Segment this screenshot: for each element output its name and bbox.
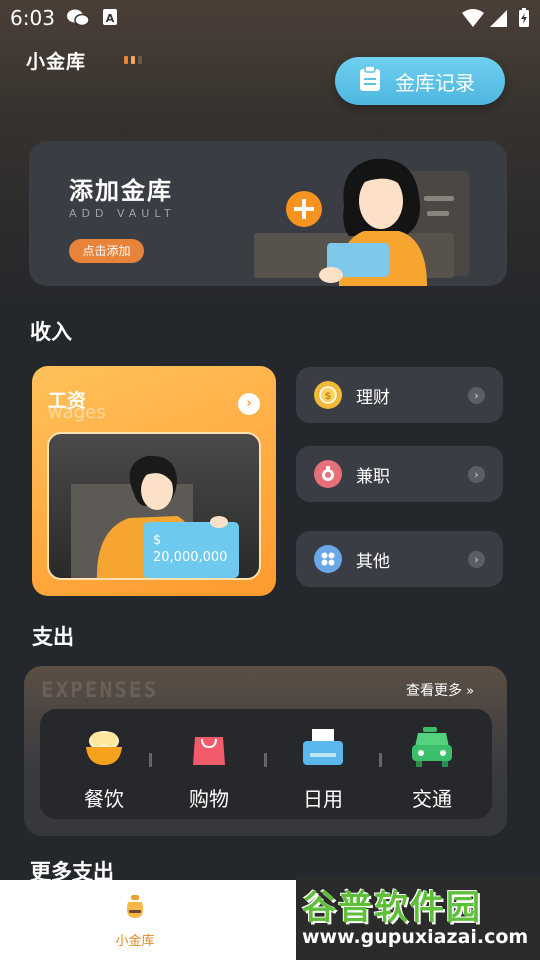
double-chevron-icon: » [462, 684, 475, 699]
income-section-title: 收入 [30, 320, 72, 344]
income-item-finance[interactable]: $ 理财 › [296, 367, 503, 423]
income-item-label: 其他 [356, 551, 390, 572]
expense-item-label: 交通 [412, 787, 452, 811]
wifi-icon [462, 8, 484, 32]
expense-item-shopping[interactable]: 购物 [164, 709, 254, 819]
grid-icon [314, 545, 342, 573]
title-decoration [124, 56, 142, 64]
svg-text:A: A [106, 12, 115, 25]
app-title: 小金库 [26, 51, 87, 73]
watermark-url: www.gupuxiazai.com [302, 926, 529, 948]
expense-item-label: 购物 [189, 787, 229, 811]
chevron-right-icon: › [468, 466, 485, 483]
car-icon [410, 727, 454, 769]
expense-item-daily[interactable]: 日用 [278, 709, 368, 819]
status-time: 6:03 [10, 6, 55, 30]
notification-a-icon: A [102, 8, 118, 30]
chevron-right-icon: › [468, 387, 485, 404]
expenses-card: EXPENSES 查看更多 » 餐饮 购物 日用 交通 [24, 666, 507, 836]
coin-icon: $ [314, 381, 342, 409]
clipboard-icon [359, 65, 381, 96]
expense-item-transport[interactable]: 交通 [387, 709, 477, 819]
wages-amount: $ 20,000,000 [153, 533, 228, 565]
vault-records-button[interactable]: 金库记录 [335, 57, 505, 105]
svg-text:$: $ [325, 391, 332, 402]
money-bag-icon [122, 894, 148, 924]
income-item-label: 兼职 [356, 466, 390, 487]
tab-home-label: 小金库 [115, 934, 155, 949]
add-vault-illustration [254, 158, 469, 286]
chevron-right-icon: › [468, 551, 485, 568]
wages-illustration: $ 20,000,000 [47, 432, 261, 580]
expenses-categories: 餐饮 购物 日用 交通 [40, 709, 492, 819]
food-bowl-icon [82, 727, 126, 769]
expense-item-label: 餐饮 [84, 787, 124, 811]
medal-icon [314, 460, 342, 488]
income-item-other[interactable]: 其他 › [296, 531, 503, 587]
view-more-link[interactable]: 查看更多 » [406, 680, 474, 700]
tab-home[interactable]: 小金库 [100, 894, 170, 949]
add-vault-card[interactable]: 添加金库 ADD VAULT 点击添加 [29, 141, 507, 286]
add-vault-subtitle: ADD VAULT [69, 207, 176, 220]
expense-item-dining[interactable]: 餐饮 [59, 709, 149, 819]
vault-records-label: 金库记录 [395, 70, 475, 95]
wechat-icon [66, 8, 90, 32]
expense-item-label: 日用 [303, 787, 343, 811]
expenses-banner-word: EXPENSES [41, 678, 159, 702]
wages-title: 工资 [48, 390, 87, 412]
add-vault-title: 添加金库 [69, 177, 173, 205]
income-item-label: 理财 [356, 387, 390, 408]
divider [149, 753, 152, 767]
add-vault-button[interactable]: 点击添加 [69, 239, 144, 263]
wages-chevron-icon[interactable]: › [238, 393, 260, 415]
signal-icon [490, 8, 508, 32]
income-item-parttime[interactable]: 兼职 › [296, 446, 503, 502]
divider [264, 753, 267, 767]
divider [379, 753, 382, 767]
wages-card[interactable]: wages 工资 › $ 20,000,000 [32, 366, 276, 596]
watermark-name: 谷普软件园 [302, 888, 482, 928]
shopping-bag-icon [187, 727, 231, 769]
expenses-section-title: 支出 [32, 625, 74, 649]
site-watermark: 谷普软件园 www.gupuxiazai.com [296, 876, 540, 960]
battery-icon [518, 8, 530, 32]
printer-icon [301, 727, 345, 769]
view-more-label: 查看更多 [406, 683, 462, 699]
